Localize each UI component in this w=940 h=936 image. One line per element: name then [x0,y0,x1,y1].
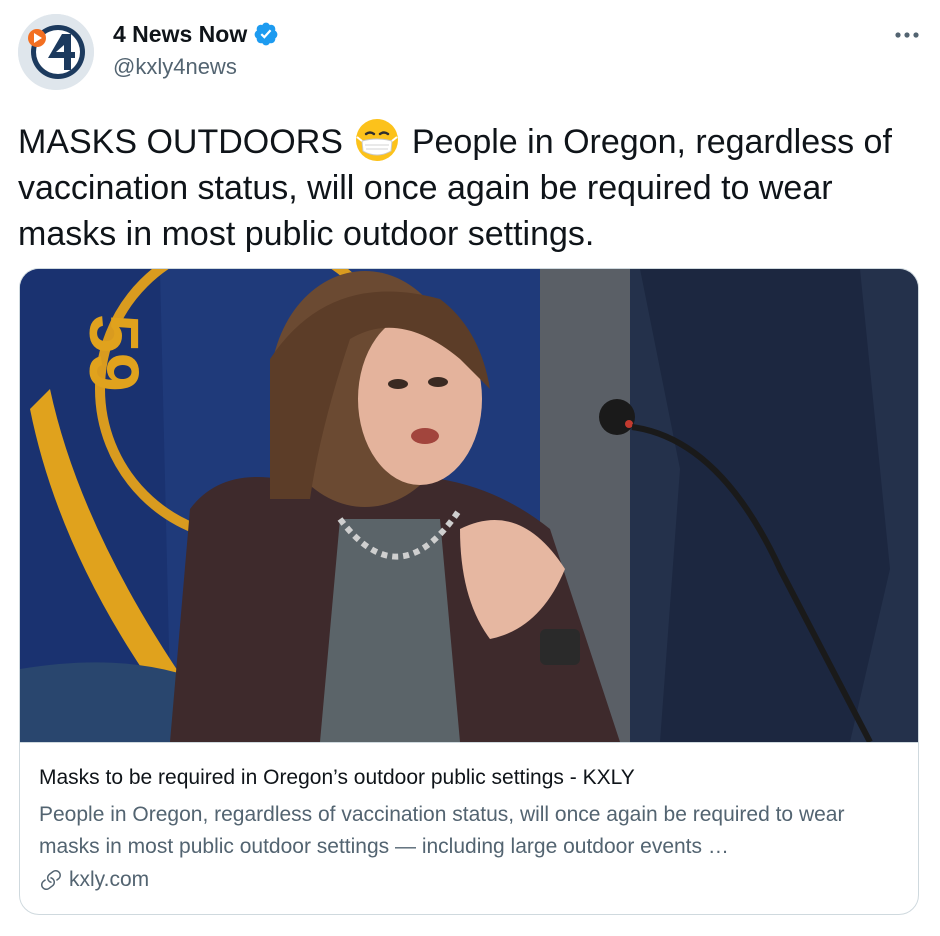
tweet-text-headline: MASKS OUTDOORS [18,123,343,161]
card-domain[interactable]: kxly.com [69,868,149,892]
author-handle[interactable]: @kxly4news [113,54,237,80]
link-icon [41,870,61,891]
author-display-name[interactable]: 4 News Now [113,21,247,48]
more-options-button[interactable] [890,20,924,50]
author-name-row[interactable]: 4 News Now [113,19,279,49]
link-preview-card[interactable]: 59 GON Masks to be required in Oregon’s … [19,268,919,915]
card-domain-row[interactable]: kxly.com [39,868,149,892]
verified-badge-icon [254,22,278,46]
card-divider [20,742,918,743]
card-description[interactable]: People in Oregon, regardless of vaccinat… [39,799,909,863]
article-photo[interactable]: 59 GON [20,269,919,742]
face-with-medical-mask-icon [356,119,399,161]
svg-text:59: 59 [75,314,153,392]
more-dots-icon [895,32,919,38]
avatar[interactable] [18,14,94,90]
card-title[interactable]: Masks to be required in Oregon’s outdoor… [39,766,635,790]
4-news-logo-icon [18,14,94,90]
tweet-text: MASKS OUTDOORS People in Oregon, regardl… [18,117,918,257]
